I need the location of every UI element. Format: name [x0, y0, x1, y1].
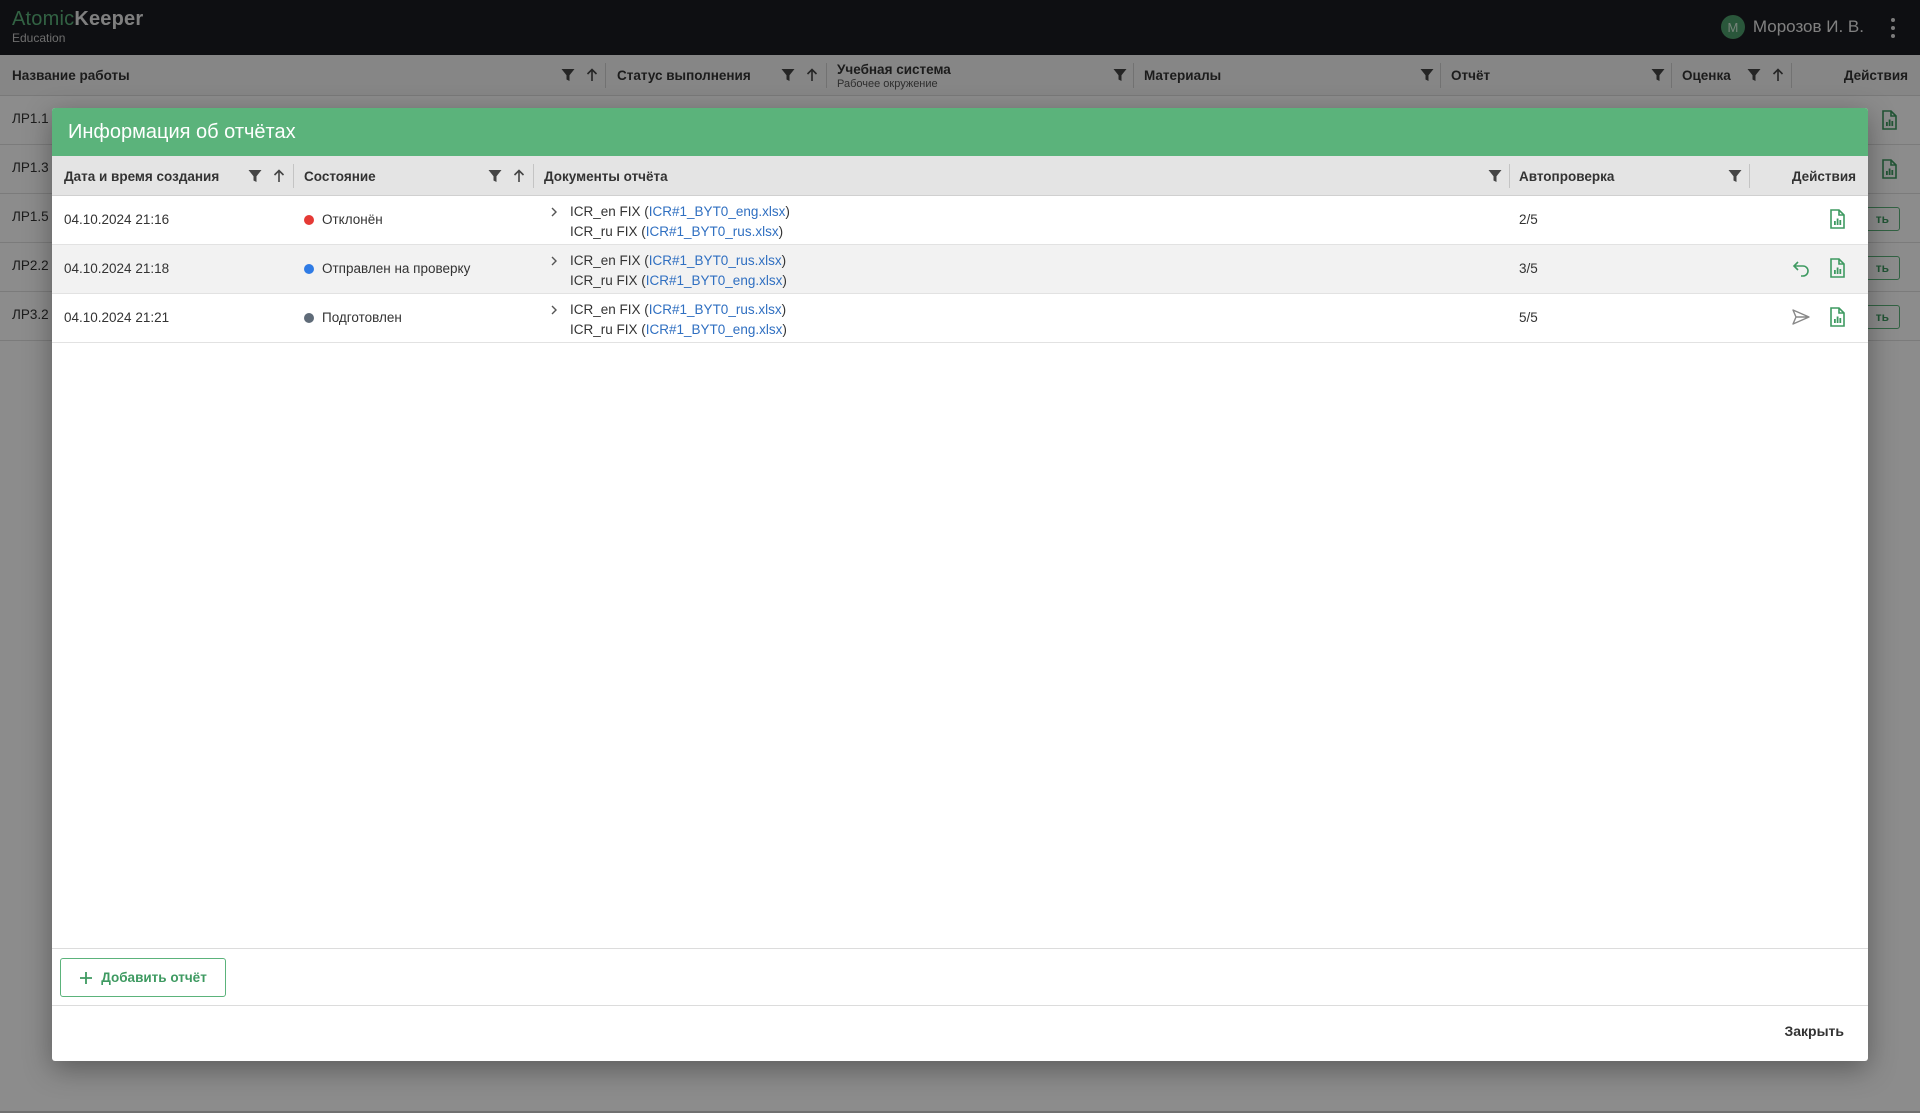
chevron-right-icon[interactable]: [548, 255, 560, 267]
dialog-actions-bar: Добавить отчёт: [52, 948, 1868, 1005]
created-datetime: 04.10.2024 21:21: [64, 310, 170, 325]
undo-arrow-icon[interactable]: [1790, 257, 1812, 279]
row-actions: [1790, 257, 1848, 279]
autocheck-score: 3/5: [1519, 261, 1538, 276]
reports-table-header: Дата и время создания Состояние Документ…: [52, 156, 1868, 196]
paren-close: ): [782, 273, 787, 288]
table-row[interactable]: 04.10.2024 21:21 Подготовлен ICR_en FIX …: [52, 294, 1868, 343]
paren-close: ): [781, 253, 787, 268]
created-datetime: 04.10.2024 21:18: [64, 261, 170, 276]
spreadsheet-file-icon[interactable]: [1826, 257, 1848, 279]
paren-close: ): [785, 204, 790, 219]
status-dot: [304, 263, 314, 274]
row-actions: [1826, 208, 1848, 230]
document-label: ICR_ru FIX (: [570, 224, 646, 239]
col-autocheck: Автопроверка: [1519, 168, 1615, 184]
status-badge: Отправлен на проверку: [304, 261, 470, 276]
document-label: ICR_en FIX (: [570, 253, 649, 268]
dialog-title: Информация об отчётах: [52, 108, 1868, 156]
col-created: Дата и время создания: [64, 168, 220, 184]
filter-icon[interactable]: [1487, 168, 1503, 184]
document-link[interactable]: ICR#1_BYT0_eng.xlsx: [646, 320, 783, 340]
document-label: ICR_en FIX (: [570, 302, 649, 317]
status-text: Отклонён: [322, 212, 383, 227]
row-actions: [1790, 306, 1848, 328]
add-report-button[interactable]: Добавить отчёт: [60, 958, 226, 997]
status-badge: Отклонён: [304, 212, 383, 227]
plus-icon: [79, 971, 93, 985]
filter-icon[interactable]: [1727, 168, 1743, 184]
document-link[interactable]: ICR#1_BYT0_rus.xlsx: [649, 300, 782, 320]
dialog-footer: Закрыть: [52, 1005, 1868, 1061]
col-documents: Документы отчёта: [544, 168, 668, 184]
document-link[interactable]: ICR#1_BYT0_eng.xlsx: [649, 202, 786, 222]
document-link[interactable]: ICR#1_BYT0_rus.xlsx: [646, 222, 779, 242]
reports-info-dialog: Информация об отчётах Дата и время созда…: [52, 108, 1868, 1061]
document-label: ICR_en FIX (: [570, 204, 649, 219]
spreadsheet-file-icon[interactable]: [1826, 306, 1848, 328]
created-datetime: 04.10.2024 21:16: [64, 212, 170, 227]
document-label: ICR_ru FIX (: [570, 322, 646, 337]
col-state: Состояние: [304, 168, 376, 184]
status-text: Отправлен на проверку: [322, 261, 471, 276]
document-link[interactable]: ICR#1_BYT0_eng.xlsx: [646, 271, 783, 291]
col-actions: Действия: [1791, 168, 1856, 184]
report-documents: ICR_en FIX (ICR#1_BYT0_rus.xlsx) ICR_ru …: [548, 251, 787, 291]
table-row[interactable]: 04.10.2024 21:18 Отправлен на проверку I…: [52, 245, 1868, 294]
table-row[interactable]: 04.10.2024 21:16 Отклонён ICR_en FIX (IC…: [52, 196, 1868, 245]
autocheck-score: 2/5: [1519, 212, 1538, 227]
send-icon[interactable]: [1790, 306, 1812, 328]
filter-icon[interactable]: [487, 168, 503, 184]
report-documents: ICR_en FIX (ICR#1_BYT0_eng.xlsx) ICR_ru …: [548, 202, 790, 242]
add-report-label: Добавить отчёт: [101, 970, 207, 985]
status-dot: [304, 214, 314, 225]
filter-icon[interactable]: [247, 168, 263, 184]
chevron-right-icon[interactable]: [548, 304, 560, 316]
paren-close: ): [778, 224, 784, 239]
document-label: ICR_ru FIX (: [570, 273, 646, 288]
sort-up-icon[interactable]: [271, 168, 287, 184]
close-button[interactable]: Закрыть: [1784, 1023, 1844, 1039]
status-badge: Подготовлен: [304, 310, 402, 325]
report-documents: ICR_en FIX (ICR#1_BYT0_rus.xlsx) ICR_ru …: [548, 300, 787, 340]
paren-close: ): [781, 302, 787, 317]
chevron-right-icon[interactable]: [548, 206, 560, 218]
paren-close: ): [782, 322, 787, 337]
status-dot: [304, 312, 314, 323]
autocheck-score: 5/5: [1519, 310, 1538, 325]
spreadsheet-file-icon[interactable]: [1826, 208, 1848, 230]
document-link[interactable]: ICR#1_BYT0_rus.xlsx: [649, 251, 782, 271]
sort-up-icon[interactable]: [511, 168, 527, 184]
status-text: Подготовлен: [322, 310, 402, 325]
